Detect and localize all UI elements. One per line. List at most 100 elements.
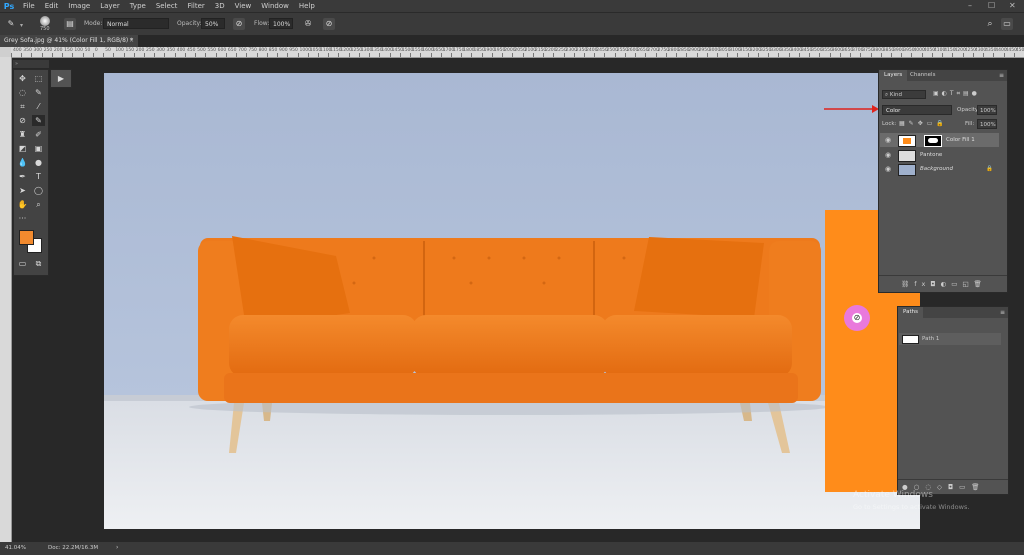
history-brush-tool-icon[interactable]: ✐ xyxy=(32,129,45,140)
ruler-tick-mark xyxy=(706,53,708,57)
menu-window[interactable]: Window xyxy=(256,0,294,12)
document-canvas[interactable] xyxy=(104,73,920,529)
tab-paths[interactable]: Paths xyxy=(898,307,923,318)
flow-field[interactable]: 100% xyxy=(269,18,293,29)
ruler-tick-mark xyxy=(358,53,360,57)
menu-help[interactable]: Help xyxy=(294,0,320,12)
layer-mask-thumbnail xyxy=(924,135,942,147)
pen-tool-icon[interactable]: ✒ xyxy=(16,171,29,182)
path-selection-tool-icon[interactable]: ➤ xyxy=(16,185,29,196)
play-action-icon[interactable]: ▶ xyxy=(50,69,72,88)
layer-opacity-field[interactable]: 100% xyxy=(977,105,997,115)
menu-layer[interactable]: Layer xyxy=(95,0,125,12)
foreground-color-swatch[interactable] xyxy=(19,230,34,245)
menu-select[interactable]: Select xyxy=(151,0,183,12)
layer-row-color-fill[interactable]: ◉ Color Fill 1 xyxy=(880,133,999,147)
dodge-tool-icon[interactable]: ● xyxy=(32,157,45,168)
ruler-tick-mark xyxy=(563,53,565,57)
vertical-ruler[interactable] xyxy=(0,57,12,542)
menu-file[interactable]: File xyxy=(18,0,40,12)
ruler-origin[interactable] xyxy=(0,47,11,57)
document-tab[interactable]: Grey Sofa.jpg @ 41% (Color Fill 1, RGB/8… xyxy=(0,35,138,47)
search-icon[interactable]: ⌕ xyxy=(984,18,996,30)
eye-icon[interactable]: ◉ xyxy=(885,162,891,176)
panel-menu-icon[interactable]: ≡ xyxy=(999,72,1004,79)
quick-select-tool-icon[interactable]: ✎ xyxy=(32,87,45,98)
menu-image[interactable]: Image xyxy=(63,0,95,12)
ruler-tick-mark xyxy=(952,53,954,57)
healing-brush-tool-icon[interactable]: ⊘ xyxy=(16,115,29,126)
quick-mask-icon[interactable]: ▭ xyxy=(16,258,29,269)
close-tab-icon[interactable]: × xyxy=(129,35,134,47)
ruler-tick-mark xyxy=(543,53,545,57)
menu-view[interactable]: View xyxy=(230,0,257,12)
menu-edit[interactable]: Edit xyxy=(40,0,64,12)
not-allowed-icon: ⊘ xyxy=(852,313,862,323)
lock-icon: 🔒 xyxy=(986,166,993,172)
eraser-tool-icon[interactable]: ◩ xyxy=(16,143,29,154)
ruler-tick-mark xyxy=(328,53,330,57)
close-button[interactable]: ✕ xyxy=(1009,0,1016,12)
ruler-tick-mark xyxy=(604,53,606,57)
toolbar-collapse[interactable]: » xyxy=(13,60,49,68)
opacity-field[interactable]: 50% xyxy=(201,18,225,29)
minimize-button[interactable]: – xyxy=(968,0,972,12)
ruler-tick-mark xyxy=(51,53,53,57)
ruler-tick-mark xyxy=(256,53,258,57)
path-thumbnail xyxy=(902,335,919,344)
horizontal-ruler[interactable]: 400 350 300 250 200 150 100 50 0 50 100 150 200 250 30… xyxy=(11,47,1024,58)
mode-select[interactable]: Normal xyxy=(103,18,169,29)
panel-menu-icon[interactable]: ≡ xyxy=(1000,309,1005,316)
pressure-opacity-icon[interactable]: ⊘ xyxy=(233,18,245,30)
move-tool-icon[interactable]: ✥ xyxy=(16,73,29,84)
gradient-tool-icon[interactable]: ▣ xyxy=(32,143,45,154)
brush-panel-icon[interactable]: ▤ xyxy=(64,18,76,30)
brush-tool-icon[interactable]: ✎ xyxy=(32,115,45,126)
ruler-tick-mark xyxy=(246,53,248,57)
filter-type-icons[interactable]: ▣◐T⌗▤● xyxy=(933,90,980,98)
tab-layers[interactable]: Layers xyxy=(879,70,908,81)
brush-preset-icon[interactable] xyxy=(40,16,50,26)
brush-tool-icon[interactable]: ✎ xyxy=(5,18,17,30)
menu-type[interactable]: Type xyxy=(125,0,151,12)
ruler-tick-mark xyxy=(778,53,780,57)
pressure-size-icon[interactable]: ⊘ xyxy=(323,18,335,30)
lasso-tool-icon[interactable]: ◌ xyxy=(16,87,29,98)
blur-tool-icon[interactable]: 💧 xyxy=(16,157,29,168)
eye-icon[interactable]: ◉ xyxy=(885,133,891,147)
ellipse-tool-icon[interactable]: ◯ xyxy=(32,185,45,196)
red-arrow-annotation xyxy=(824,105,879,113)
chevron-down-icon[interactable]: ▾ xyxy=(20,22,23,29)
workspace-icon[interactable]: ▭ xyxy=(1001,18,1013,30)
blend-mode-select[interactable]: Color xyxy=(882,105,952,115)
fill-field[interactable]: 100% xyxy=(977,119,997,129)
eyedropper-tool-icon[interactable]: ⁄ xyxy=(32,101,45,112)
menu-3d[interactable]: 3D xyxy=(210,0,230,12)
layer-row-background[interactable]: ◉ Background 🔒 xyxy=(880,162,999,176)
photoshop-logo[interactable]: Ps xyxy=(0,0,18,12)
status-menu-icon[interactable]: › xyxy=(116,544,118,551)
type-tool-icon[interactable]: T xyxy=(32,171,45,182)
maximize-button[interactable]: ☐ xyxy=(988,0,995,12)
menu-filter[interactable]: Filter xyxy=(182,0,209,12)
layer-row-pantone[interactable]: ◉ Pantone xyxy=(880,148,999,162)
zoom-level[interactable]: 41.04% xyxy=(5,545,26,551)
ruler-tick-mark xyxy=(123,53,125,57)
screen-mode-icon[interactable]: ⧉ xyxy=(32,258,45,269)
layer-filter-select[interactable]: ⌕ Kind xyxy=(882,90,926,99)
zoom-tool-icon[interactable]: ⌕ xyxy=(32,199,45,210)
edit-toolbar-icon[interactable]: ··· xyxy=(16,213,29,224)
crop-tool-icon[interactable]: ⌗ xyxy=(16,101,29,112)
eye-icon[interactable]: ◉ xyxy=(885,148,891,162)
hand-tool-icon[interactable]: ✋ xyxy=(16,199,29,210)
ruler-tick-mark xyxy=(317,53,319,57)
marquee-tool-icon[interactable]: ⬚ xyxy=(32,73,45,84)
clone-stamp-tool-icon[interactable]: ♜ xyxy=(16,129,29,140)
airbrush-icon[interactable]: ✇ xyxy=(302,18,314,30)
lock-icons[interactable]: ▦✎✥▭🔒 xyxy=(899,120,948,127)
ruler-tick-mark xyxy=(225,53,227,57)
ruler-tick-mark xyxy=(266,53,268,57)
tab-channels[interactable]: Channels xyxy=(905,70,940,81)
path-row[interactable]: Path 1 xyxy=(899,333,1001,345)
layers-panel-footer-icons[interactable]: ⛓fx◘◐▭◱🗑 xyxy=(879,275,1007,291)
